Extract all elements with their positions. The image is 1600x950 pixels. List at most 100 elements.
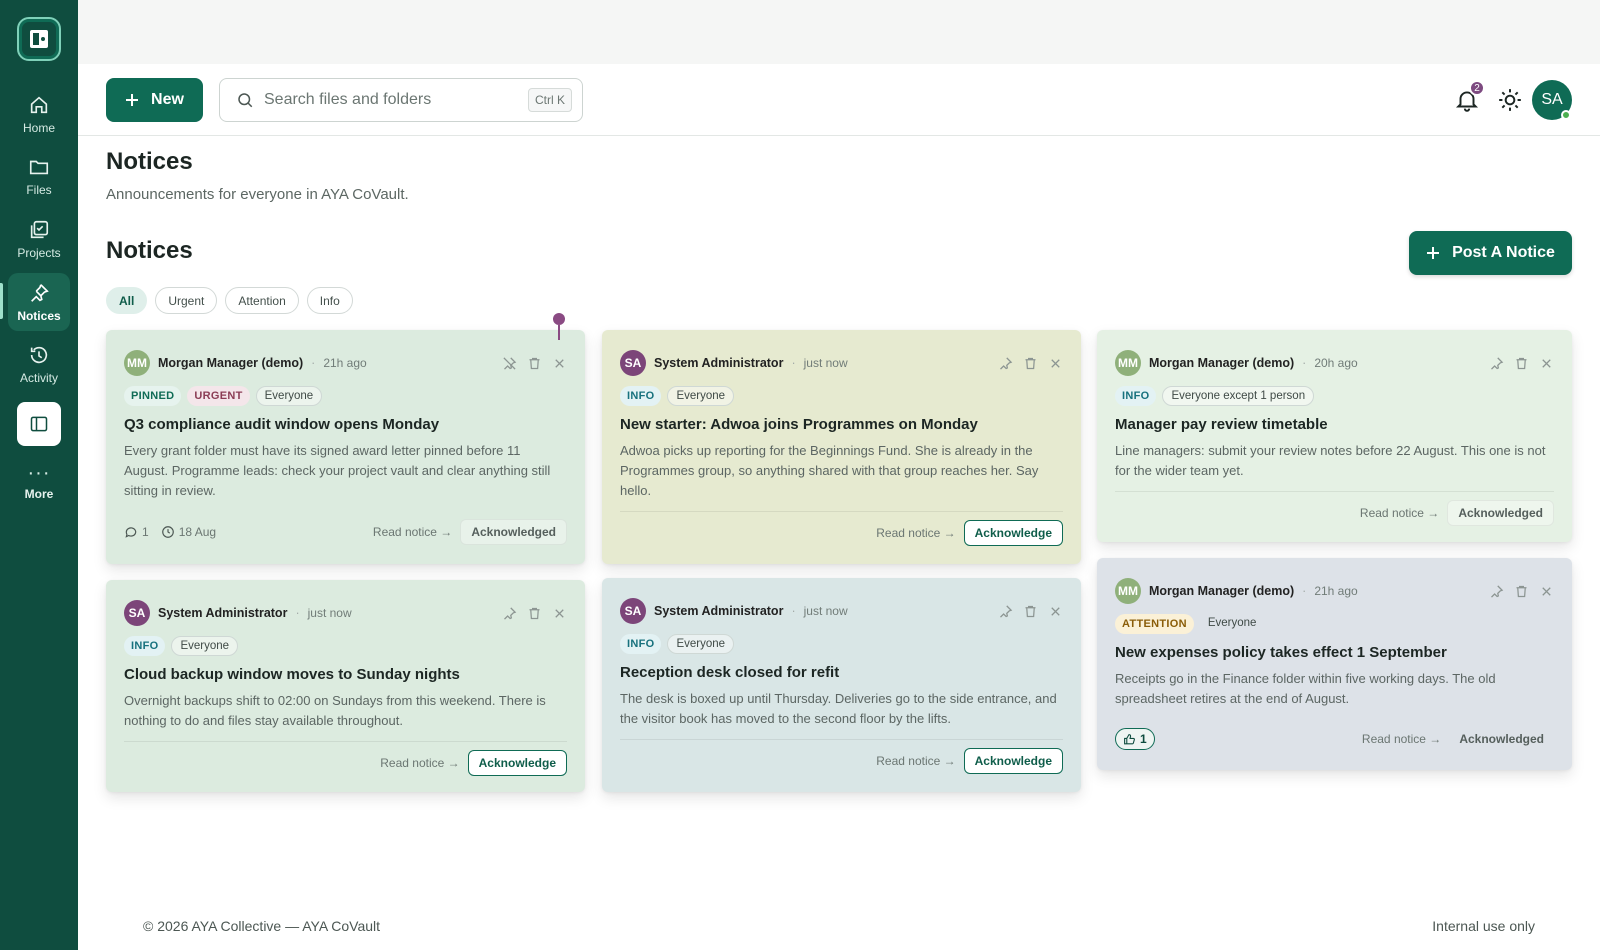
sidebar-item-activity[interactable]: Activity <box>8 335 70 393</box>
author-avatar: MM <box>1115 578 1141 604</box>
unpin-icon[interactable] <box>502 356 517 371</box>
notice-time: just now <box>803 604 848 618</box>
close-icon[interactable] <box>1048 604 1063 619</box>
tag-info: INFO <box>620 634 662 654</box>
read-notice-link[interactable]: Read notice → <box>876 526 955 540</box>
section-title: Notices <box>106 237 193 264</box>
filter-attention[interactable]: Attention <box>225 287 299 314</box>
notice-body: Overnight backups shift to 02:00 on Sund… <box>124 693 546 728</box>
notice-card[interactable]: SA System Administrator · just now INFO … <box>602 578 1081 792</box>
acknowledge-button[interactable]: Acknowledge <box>467 750 567 776</box>
trash-icon[interactable] <box>527 606 542 621</box>
read-notice-link[interactable]: Read notice → <box>380 756 459 770</box>
notice-time: 21h ago <box>323 356 367 370</box>
close-icon[interactable] <box>552 606 567 621</box>
close-icon[interactable] <box>552 356 567 371</box>
notice-title: Q3 compliance audit window opens Monday <box>124 416 440 433</box>
filter-urgent[interactable]: Urgent <box>155 287 218 314</box>
post-notice-button[interactable]: Post A Notice <box>1409 231 1572 275</box>
pin-icon[interactable] <box>1489 584 1504 599</box>
trash-icon[interactable] <box>1023 356 1038 371</box>
online-status-dot <box>1561 110 1571 120</box>
read-notice-link[interactable]: Read notice → <box>1360 506 1439 520</box>
read-notice-link[interactable]: Read notice → <box>373 525 452 539</box>
sidebar-item-label: Projects <box>17 245 61 260</box>
notice-card[interactable]: MM Morgan Manager (demo) · 20h ago INFO … <box>1097 330 1572 542</box>
audience-badge: Everyone except 1 person <box>1162 386 1315 406</box>
trash-icon[interactable] <box>1514 356 1529 371</box>
audience-badge: Everyone <box>255 386 323 406</box>
tag-info: INFO <box>620 386 662 406</box>
sidebar-item-notices[interactable]: Notices <box>8 273 70 331</box>
sidebar-item-label: Notices <box>17 308 61 323</box>
more-icon: ··· <box>27 461 51 484</box>
trash-icon[interactable] <box>1514 584 1529 599</box>
thumbs-up-reaction[interactable]: 1 <box>1115 728 1155 750</box>
sidebar-item-more[interactable]: ··· More <box>8 455 70 513</box>
new-button-label: New <box>151 91 184 108</box>
close-icon[interactable] <box>1539 356 1554 371</box>
pushpin-icon <box>553 313 565 340</box>
audience-badge: Everyone <box>667 386 735 406</box>
tag-urgent: URGENT <box>187 386 250 406</box>
pin-icon[interactable] <box>998 356 1013 371</box>
due-date-value: 18 Aug <box>178 525 217 539</box>
acknowledge-button[interactable]: Acknowledge <box>963 748 1063 774</box>
pin-icon[interactable] <box>998 604 1013 619</box>
post-notice-label: Post A Notice <box>1452 244 1555 261</box>
audience-badge: Everyone <box>1207 617 1257 629</box>
author-avatar: SA <box>620 598 646 624</box>
close-icon[interactable] <box>1048 356 1063 371</box>
sidebar-item-projects[interactable]: Projects <box>8 210 70 268</box>
filter-all[interactable]: All <box>106 287 148 314</box>
comment-count: 1 <box>124 525 149 539</box>
read-notice-link[interactable]: Read notice → <box>876 754 955 768</box>
projects-icon <box>30 220 49 238</box>
notice-title: Cloud backup window moves to Sunday nigh… <box>124 666 460 683</box>
author-avatar: MM <box>1115 350 1141 376</box>
author-name: System Administrator <box>654 356 784 370</box>
notice-card[interactable]: SA System Administrator · just now INFO … <box>106 580 585 792</box>
filter-chips: All Urgent Attention Info <box>106 287 353 314</box>
notice-body: The desk is boxed up until Thursday. Del… <box>620 691 1057 726</box>
pin-icon[interactable] <box>502 606 517 621</box>
author-name: Morgan Manager (demo) <box>1149 584 1295 598</box>
notice-body: Every grant folder must have its signed … <box>124 443 551 498</box>
sun-icon[interactable] <box>1497 87 1523 113</box>
author-name: Morgan Manager (demo) <box>158 356 304 370</box>
app-logo[interactable] <box>17 17 61 61</box>
thumbs-up-icon <box>1124 733 1135 744</box>
sidebar-item-label: Home <box>22 120 55 135</box>
notice-card[interactable]: MM Morgan Manager (demo) · 21h ago ATTEN… <box>1097 558 1572 770</box>
sidebar-item-label: Activity <box>19 370 58 385</box>
footer-note: Internal use only <box>1432 918 1535 934</box>
audience-badge: Everyone <box>171 636 239 656</box>
read-notice-link[interactable]: Read notice → <box>1362 732 1441 746</box>
sidebar: Home Files Projects Notices Activity ···… <box>0 0 78 950</box>
search-icon <box>238 93 253 108</box>
notice-card[interactable]: MM Morgan Manager (demo) · 21h ago PINNE… <box>106 330 585 564</box>
notice-body: Adwoa picks up reporting for the Beginni… <box>620 443 1039 498</box>
trash-icon[interactable] <box>527 356 542 371</box>
pin-icon <box>31 283 49 302</box>
close-icon[interactable] <box>1539 584 1554 599</box>
notice-card[interactable]: SA System Administrator · just now INFO … <box>602 330 1081 564</box>
acknowledge-button[interactable]: Acknowledge <box>963 520 1063 546</box>
pin-icon[interactable] <box>1489 356 1504 371</box>
sidebar-item-home[interactable]: Home <box>8 85 70 143</box>
panel-toggle-button[interactable] <box>17 402 61 446</box>
new-button[interactable]: New <box>106 78 203 122</box>
notice-title: New starter: Adwoa joins Programmes on M… <box>620 416 978 433</box>
history-icon <box>30 346 48 363</box>
search-shortcut: Ctrl K <box>528 88 572 112</box>
author-name: System Administrator <box>158 606 288 620</box>
author-name: Morgan Manager (demo) <box>1149 356 1295 370</box>
search-input[interactable]: Search files and folders Ctrl K <box>219 78 583 122</box>
trash-icon[interactable] <box>1023 604 1038 619</box>
comment-count-value: 1 <box>142 525 149 539</box>
clock-icon <box>161 526 174 538</box>
tag-info: INFO <box>1115 386 1157 406</box>
sidebar-item-label: More <box>24 486 54 501</box>
sidebar-item-files[interactable]: Files <box>8 147 70 205</box>
filter-info[interactable]: Info <box>306 287 353 314</box>
